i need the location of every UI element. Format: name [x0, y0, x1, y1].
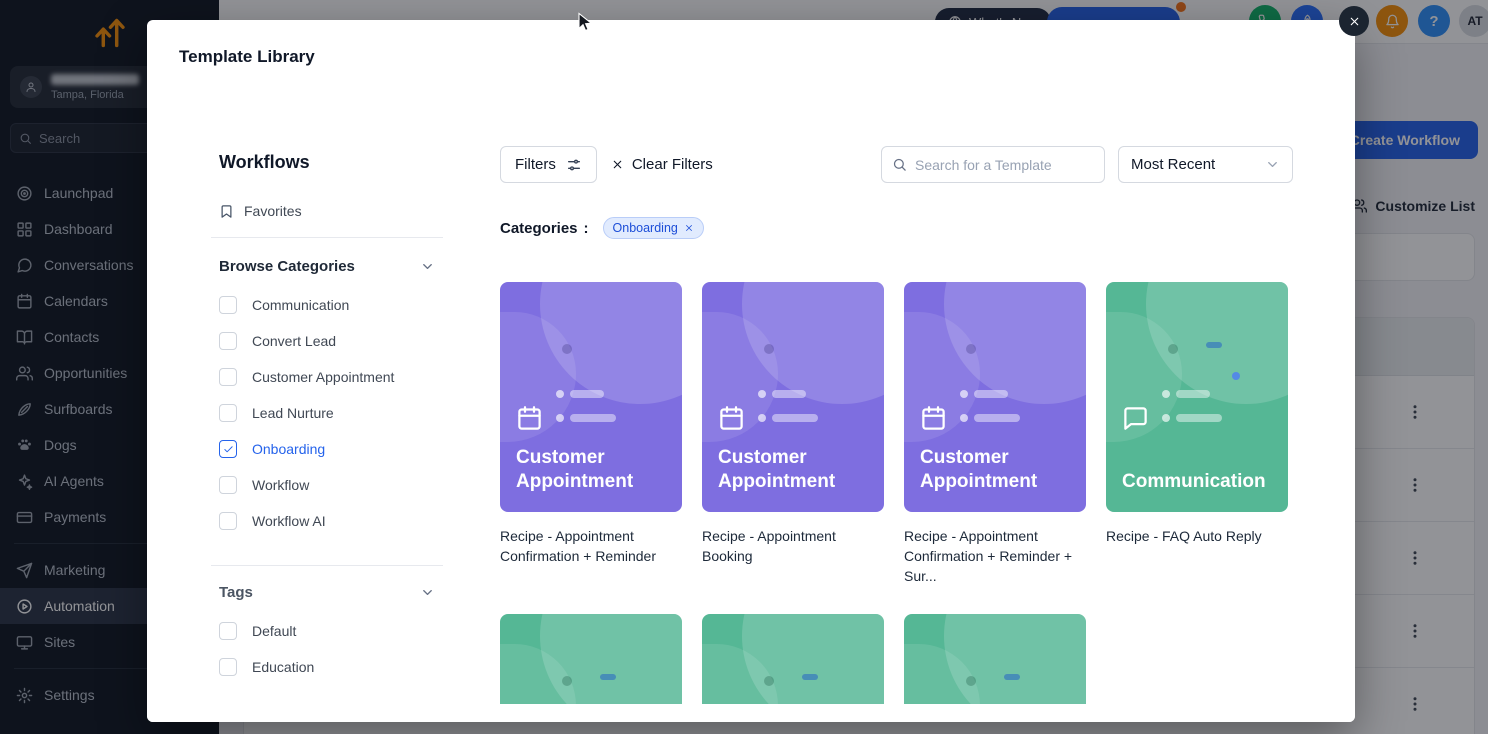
active-filters-row: Categories : Onboarding: [500, 217, 1293, 239]
categories-label: Categories: [500, 220, 578, 237]
modal-header: Template Library: [147, 20, 1355, 80]
filter-chip-label: Onboarding: [613, 221, 678, 235]
template-card-caption: Recipe - Appointment Confirmation + Remi…: [500, 526, 682, 566]
tag-label: Default: [252, 623, 296, 639]
chevron-down-icon: [420, 259, 435, 274]
browse-categories-toggle[interactable]: Browse Categories: [219, 258, 435, 275]
modal-title: Template Library: [179, 47, 315, 67]
close-icon[interactable]: [1339, 6, 1369, 36]
template-card-title: Customer Appointment: [516, 446, 669, 494]
filters-label: Filters: [515, 156, 556, 173]
checkbox-icon[interactable]: [219, 332, 237, 350]
tag-checkbox-default[interactable]: Default: [219, 613, 443, 649]
sort-select[interactable]: Most Recent: [1118, 146, 1293, 183]
checkbox-icon[interactable]: [219, 296, 237, 314]
category-label: Convert Lead: [252, 333, 336, 349]
screen: Tampa, Florida Search LaunchpadDashboard…: [0, 0, 1488, 734]
template-results-panel: Filters Clear Filters Most Recent: [467, 80, 1355, 722]
sort-value: Most Recent: [1131, 156, 1215, 173]
workflows-heading: Workflows: [219, 152, 443, 173]
modal-body: Workflows Favorites Browse Categories Co…: [147, 80, 1355, 722]
checkbox-icon[interactable]: [219, 404, 237, 422]
template-card-grid: Customer Appointment Recipe - Appointment…: [500, 282, 1293, 722]
tags-label: Tags: [219, 584, 253, 601]
template-card-title: Customer Appointment: [718, 446, 871, 494]
category-checkbox-convert-lead[interactable]: Convert Lead: [219, 323, 443, 359]
tag-checkbox-education[interactable]: Education: [219, 649, 443, 685]
template-card-art: Communication: [1106, 282, 1288, 512]
category-label: Onboarding: [252, 441, 325, 457]
template-card-caption: Recipe - Appointment Confirmation + Remi…: [904, 526, 1086, 586]
template-card[interactable]: Communication Recipe - FAQ Auto Reply: [1106, 282, 1288, 586]
checkbox-icon[interactable]: [219, 658, 237, 676]
checkbox-icon[interactable]: [219, 622, 237, 640]
category-checkbox-customer-appointment[interactable]: Customer Appointment: [219, 359, 443, 395]
template-card-caption: Recipe - Appointment Booking: [702, 526, 884, 566]
template-card[interactable]: Customer Appointment Recipe - Appointment…: [500, 282, 682, 586]
calendar-icon: [920, 405, 947, 432]
template-search: [881, 146, 1105, 183]
category-checkbox-onboarding[interactable]: Onboarding: [219, 431, 443, 467]
tags-toggle[interactable]: Tags: [219, 584, 435, 601]
chevron-down-icon: [1265, 157, 1280, 172]
chevron-down-icon: [420, 585, 435, 600]
sliders-icon: [566, 157, 582, 173]
calendar-icon: [516, 405, 543, 432]
categories-separator: :: [584, 220, 589, 237]
category-label: Lead Nurture: [252, 405, 334, 421]
checkbox-icon[interactable]: [219, 476, 237, 494]
category-checkbox-workflow-ai[interactable]: Workflow AI: [219, 503, 443, 539]
template-card-caption: Recipe - FAQ Auto Reply: [1106, 526, 1288, 546]
category-label: Workflow: [252, 477, 309, 493]
category-label: Customer Appointment: [252, 369, 394, 385]
browse-categories-label: Browse Categories: [219, 258, 355, 275]
template-card-art: Customer Appointment: [702, 282, 884, 512]
checkbox-checked-icon[interactable]: [219, 440, 237, 458]
template-card[interactable]: Customer Appointment Recipe - Appointment…: [702, 282, 884, 586]
modal-filter-sidebar: Workflows Favorites Browse Categories Co…: [147, 80, 467, 722]
clear-filters-label: Clear Filters: [632, 156, 713, 173]
search-icon: [892, 157, 907, 172]
checkbox-icon[interactable]: [219, 368, 237, 386]
bookmark-icon: [219, 204, 234, 219]
clear-icon: [611, 158, 624, 171]
template-card-title: Customer Appointment: [920, 446, 1073, 494]
template-library-modal: Template Library Workflows Favorites Bro…: [147, 20, 1355, 722]
category-list: Communication Convert Lead Customer Appoin…: [211, 287, 443, 539]
template-card[interactable]: Customer Appointment Recipe - Appointment…: [904, 282, 1086, 586]
divider: [211, 237, 443, 238]
tag-label: Education: [252, 659, 314, 675]
category-checkbox-workflow[interactable]: Workflow: [219, 467, 443, 503]
template-card-title: Communication: [1122, 470, 1275, 494]
category-label: Workflow AI: [252, 513, 326, 529]
clear-filters-button[interactable]: Clear Filters: [611, 156, 713, 173]
tag-list: Default Education: [211, 613, 443, 685]
checkbox-icon[interactable]: [219, 512, 237, 530]
filter-chip-onboarding[interactable]: Onboarding: [603, 217, 704, 239]
check-icon: [223, 444, 234, 455]
modal-footer-mask: [147, 704, 1355, 722]
category-label: Communication: [252, 297, 349, 313]
results-toolbar: Filters Clear Filters Most Recent: [500, 146, 1293, 183]
category-checkbox-lead-nurture[interactable]: Lead Nurture: [219, 395, 443, 431]
favorites-item[interactable]: Favorites: [219, 203, 443, 219]
divider: [211, 565, 443, 566]
calendar-icon: [718, 405, 745, 432]
template-card-art: Customer Appointment: [904, 282, 1086, 512]
template-card-art: Customer Appointment: [500, 282, 682, 512]
favorites-label: Favorites: [244, 203, 302, 219]
filters-button[interactable]: Filters: [500, 146, 597, 183]
chat-square-icon: [1122, 405, 1149, 432]
category-checkbox-communication[interactable]: Communication: [219, 287, 443, 323]
template-search-input[interactable]: [915, 157, 1094, 173]
x-icon: [684, 223, 694, 233]
